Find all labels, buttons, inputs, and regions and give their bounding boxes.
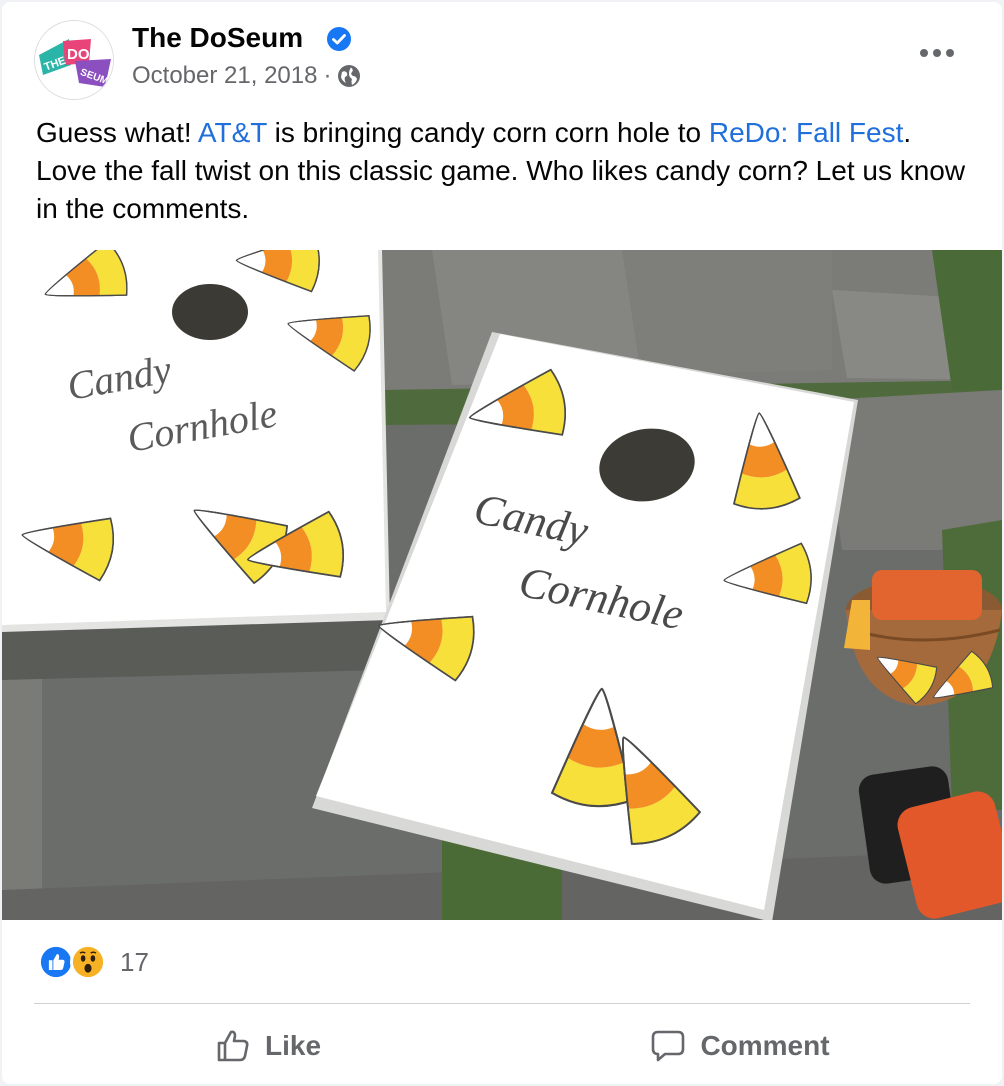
like-button[interactable]: Like [38,1016,498,1076]
doseum-logo: THE DO SEUM [35,21,113,99]
more-options-icon[interactable] [914,38,960,68]
thumbs-up-icon [217,1030,249,1062]
redo-fall-fest-link[interactable]: ReDo: Fall Fest [709,117,904,148]
more-dot [920,49,928,57]
page-name-link[interactable]: The DoSeum [132,22,303,54]
comment-bubble-icon [652,1030,685,1062]
wow-reaction-icon [70,944,106,980]
actions-divider [34,1003,970,1004]
comment-button[interactable]: Comment [510,1016,970,1076]
post-photo[interactable]: Candy Cornhole Candy Cornhole [2,250,1002,920]
like-reaction-icon [38,944,74,980]
post-text-part1: Guess what! [36,117,198,148]
globe-icon[interactable] [337,64,361,88]
post-date-link[interactable]: October 21, 2018 [132,62,317,90]
page-avatar[interactable]: THE DO SEUM [34,20,114,100]
reaction-count: 17 [120,946,149,977]
post-text-part2: is bringing candy corn corn hole to [266,117,709,148]
logo-text-do: DO [67,46,90,63]
att-link[interactable]: AT&T [198,117,267,148]
post-text: Guess what! AT&T is bringing candy corn … [36,114,976,228]
more-dot [933,49,941,57]
meta-separator: · [323,62,332,89]
more-dot [946,49,954,57]
like-button-label: Like [264,1030,322,1061]
post-card: THE DO SEUM The DoSeum October 21, 2018 … [2,2,1002,1084]
verified-badge-icon [327,27,351,51]
comment-button-label: Comment [700,1030,830,1061]
reactions-summary[interactable]: 17 [38,942,149,982]
post-meta: October 21, 2018 · [132,62,361,90]
